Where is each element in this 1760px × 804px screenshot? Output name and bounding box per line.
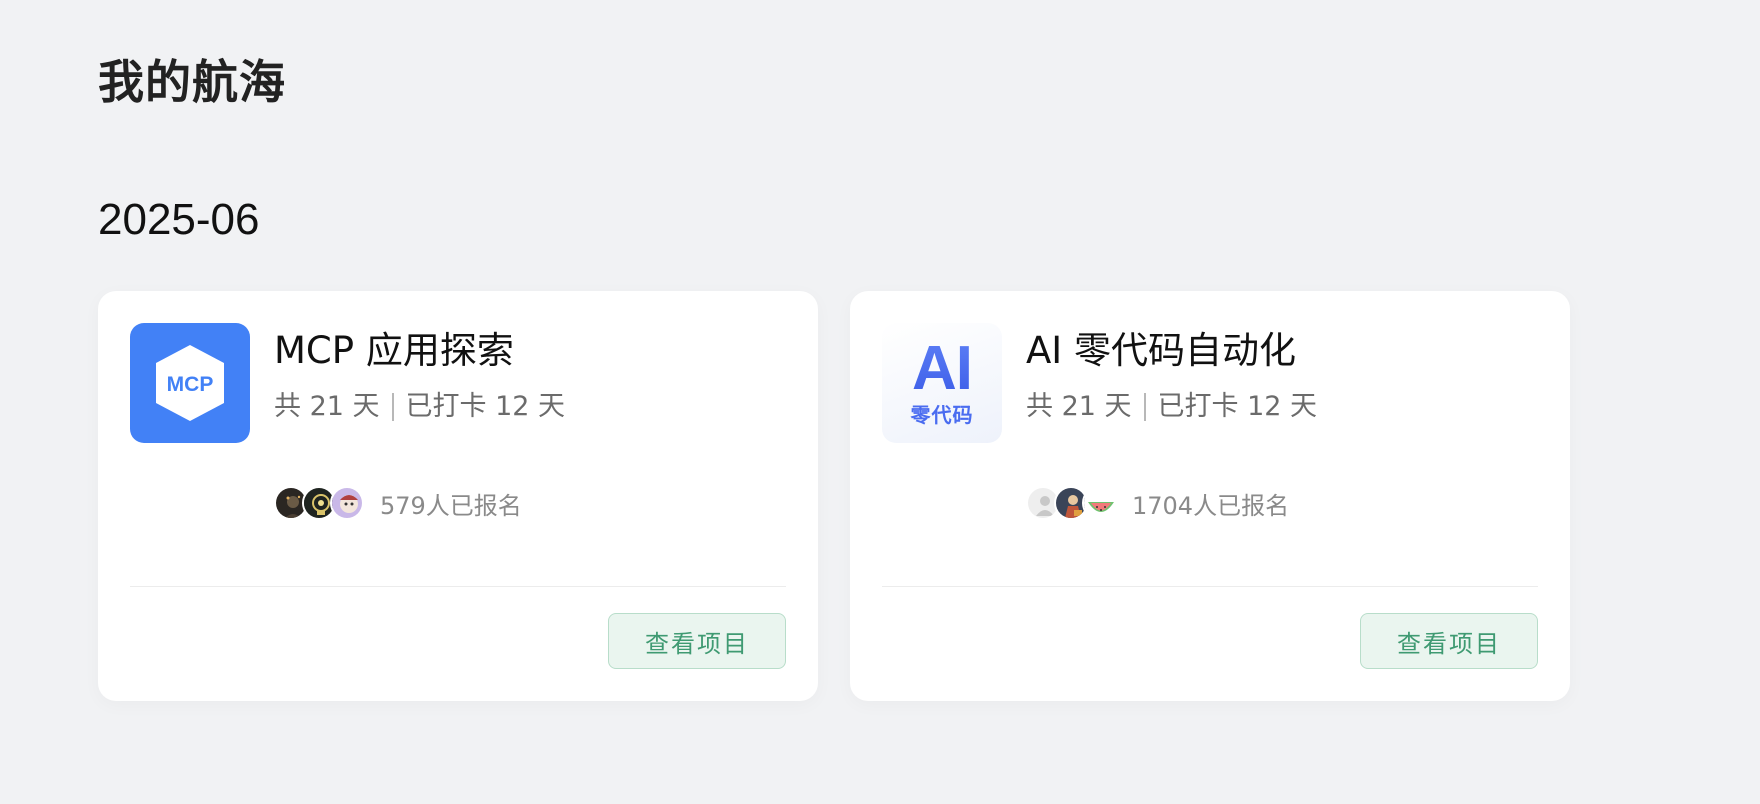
- stats-divider: [1143, 393, 1146, 421]
- project-cover-ai[interactable]: AI 零代码: [882, 323, 1002, 443]
- avatar-watermelon: [1082, 486, 1116, 520]
- total-days: 共 21 天: [274, 391, 380, 422]
- checked-days: 已打卡 12 天: [1157, 391, 1318, 422]
- avatar-stack: [1026, 486, 1116, 520]
- enrollment-row: 1704人已报名: [1026, 485, 1289, 521]
- page: 我的航海 2025-06 MCP MCP 应用探索 共 21 天 已打卡 12 …: [0, 0, 1760, 804]
- project-cover-mcp[interactable]: MCP: [130, 323, 250, 443]
- view-project-button[interactable]: 查看项目: [608, 613, 786, 669]
- project-title[interactable]: AI 零代码自动化: [1026, 327, 1296, 375]
- enrollment-row: 579人已报名: [274, 485, 522, 521]
- project-card[interactable]: MCP MCP 应用探索 共 21 天 已打卡 12 天 579人已报名 查看项…: [98, 291, 818, 701]
- card-divider: [130, 586, 786, 587]
- project-stats: 共 21 天 已打卡 12 天: [1026, 389, 1317, 425]
- project-card[interactable]: AI 零代码 AI 零代码自动化 共 21 天 已打卡 12 天 1704人已报…: [850, 291, 1570, 701]
- month-label: 2025-06: [98, 195, 260, 244]
- project-card-list: MCP MCP 应用探索 共 21 天 已打卡 12 天 579人已报名 查看项…: [98, 291, 1570, 701]
- checked-days: 已打卡 12 天: [405, 391, 566, 422]
- project-title[interactable]: MCP 应用探索: [274, 327, 514, 375]
- stats-divider: [391, 393, 394, 421]
- view-project-button[interactable]: 查看项目: [1360, 613, 1538, 669]
- page-title: 我的航海: [98, 55, 286, 109]
- mcp-hexagon-logo: MCP: [156, 345, 224, 421]
- total-days: 共 21 天: [1026, 391, 1132, 422]
- card-divider: [882, 586, 1538, 587]
- enrolled-count: 579人已报名: [380, 491, 522, 520]
- avatar-cartoon-character: [330, 486, 364, 520]
- ai-logo-subtext: 零代码: [910, 403, 974, 427]
- enrolled-count: 1704人已报名: [1132, 491, 1290, 520]
- project-stats: 共 21 天 已打卡 12 天: [274, 389, 565, 425]
- mcp-logo-text: MCP: [167, 373, 214, 396]
- avatar-stack: [274, 486, 364, 520]
- ai-logo-text: AI: [912, 334, 973, 403]
